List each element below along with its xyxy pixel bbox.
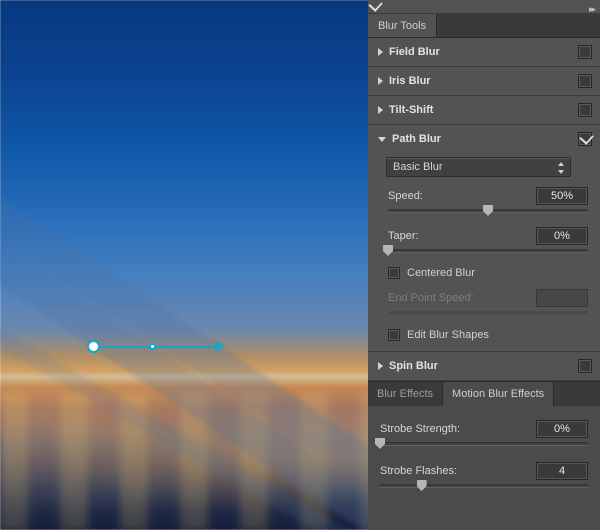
tab-motion-blur-effects[interactable]: Motion Blur Effects xyxy=(442,382,554,406)
enable-iris-blur-checkbox[interactable] xyxy=(578,74,592,88)
disclosure-right-icon xyxy=(378,77,383,85)
strobe-flashes-slider[interactable] xyxy=(380,478,588,492)
disclosure-down-icon xyxy=(378,137,386,142)
disclosure-right-icon xyxy=(378,106,383,114)
blur-tools-panel: ▸▸ Blur Tools Field Blur Iris Blur Tilt-… xyxy=(368,0,600,530)
section-title: Spin Blur xyxy=(389,360,438,372)
panel-tabs: Blur Tools xyxy=(368,14,600,38)
strobe-strength-slider[interactable] xyxy=(380,436,588,450)
section-iris-blur: Iris Blur xyxy=(368,67,600,96)
checkbox-icon xyxy=(388,329,400,341)
section-header-field-blur[interactable]: Field Blur xyxy=(368,38,600,66)
section-title: Tilt-Shift xyxy=(389,104,433,116)
checkbox-icon xyxy=(388,267,400,279)
effects-tabs: Blur Effects Motion Blur Effects xyxy=(368,382,600,406)
enable-spin-blur-checkbox[interactable] xyxy=(578,359,592,373)
speed-slider[interactable] xyxy=(388,203,588,217)
disclosure-right-icon xyxy=(378,48,383,56)
panel-topbar: ▸▸ xyxy=(368,0,600,14)
motion-blur-effects-panel: Blur Effects Motion Blur Effects Strobe … xyxy=(368,381,600,530)
section-title: Iris Blur xyxy=(389,75,431,87)
enable-tilt-shift-checkbox[interactable] xyxy=(578,103,592,117)
strobe-flashes-label: Strobe Flashes: xyxy=(380,465,457,477)
section-title: Path Blur xyxy=(392,133,441,145)
strobe-strength-label: Strobe Strength: xyxy=(380,423,460,435)
section-header-spin-blur[interactable]: Spin Blur xyxy=(368,352,600,380)
enable-path-blur-checkbox[interactable] xyxy=(578,132,592,146)
edit-blur-shapes-label: Edit Blur Shapes xyxy=(407,329,489,341)
section-path-blur: Path Blur Basic Blur Speed: 50% xyxy=(368,125,600,352)
enable-field-blur-checkbox[interactable] xyxy=(578,45,592,59)
centered-blur-checkbox[interactable]: Centered Blur xyxy=(388,267,588,279)
section-header-tilt-shift[interactable]: Tilt-Shift xyxy=(368,96,600,124)
dropdown-value: Basic Blur xyxy=(393,161,443,173)
section-field-blur: Field Blur xyxy=(368,38,600,67)
path-blur-mode-dropdown[interactable]: Basic Blur xyxy=(386,157,571,177)
section-header-iris-blur[interactable]: Iris Blur xyxy=(368,67,600,95)
taper-slider[interactable] xyxy=(388,243,588,257)
tab-blur-effects[interactable]: Blur Effects xyxy=(368,382,442,406)
section-spin-blur: Spin Blur xyxy=(368,352,600,381)
section-header-path-blur[interactable]: Path Blur xyxy=(368,125,600,153)
tab-blur-tools[interactable]: Blur Tools xyxy=(368,14,437,37)
edit-blur-shapes-checkbox[interactable]: Edit Blur Shapes xyxy=(388,329,588,341)
taper-label: Taper: xyxy=(388,230,419,242)
centered-blur-label: Centered Blur xyxy=(407,267,475,279)
disclosure-right-icon xyxy=(378,362,383,370)
section-title: Field Blur xyxy=(389,46,440,58)
dropdown-arrows-icon xyxy=(557,161,565,175)
speed-label: Speed: xyxy=(388,190,423,202)
end-point-speed-slider xyxy=(388,305,588,319)
end-point-speed-label: End Point Speed: xyxy=(388,292,474,304)
section-tilt-shift: Tilt-Shift xyxy=(368,96,600,125)
flyout-menu-icon[interactable]: ▸▸ xyxy=(589,4,594,15)
